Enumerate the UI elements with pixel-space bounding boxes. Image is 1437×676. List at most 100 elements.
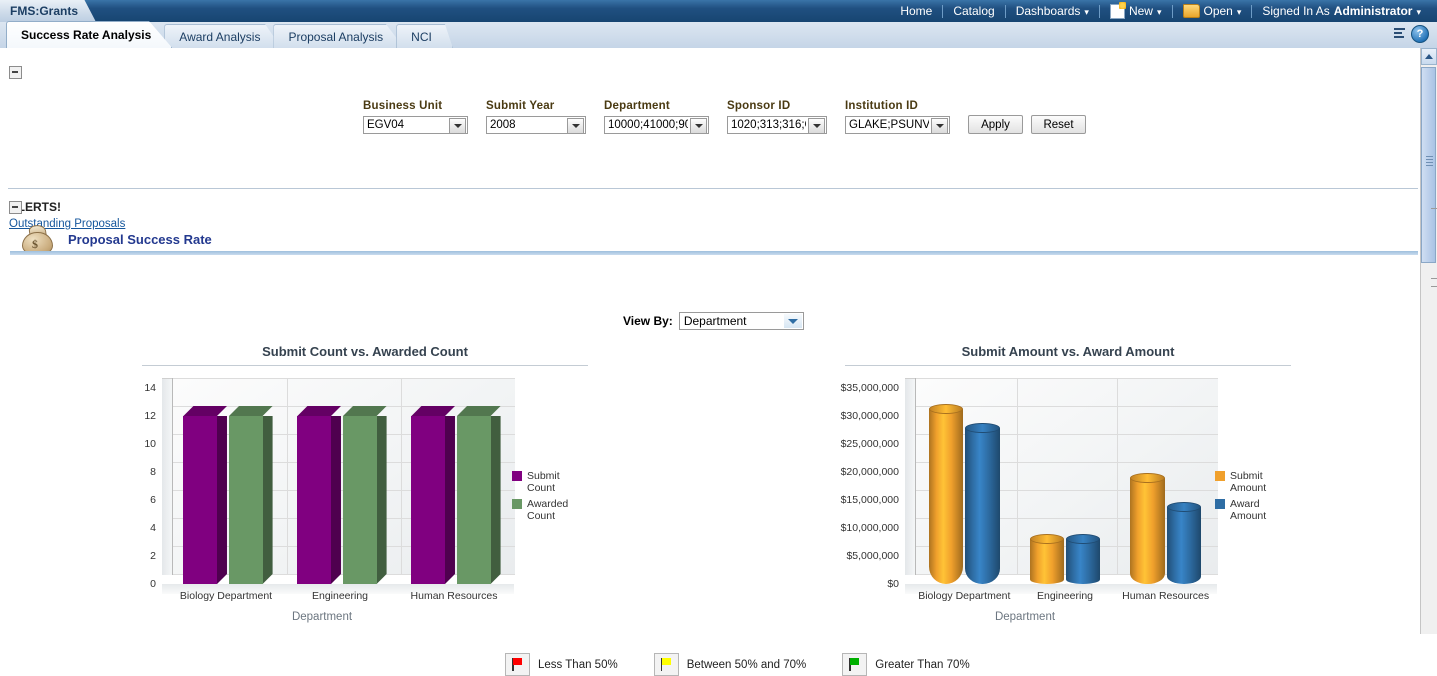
report-header: $ Proposal Success Rate: [20, 223, 212, 255]
y-axis-tick-label: 14: [144, 382, 156, 394]
dropdown-arrow-icon[interactable]: [449, 118, 466, 134]
nav-catalog-label: Catalog: [953, 4, 995, 18]
chevron-down-icon: ▾: [1084, 6, 1089, 17]
yellow-flag-icon: [653, 653, 679, 676]
tab-label: Success Rate Analysis: [21, 28, 152, 42]
chart-submit-vs-award-amount: Submit Amount vs. Award Amount $0 $5,000,…: [833, 340, 1303, 625]
nav-dashboards[interactable]: Dashboards ▾: [1006, 4, 1099, 18]
dropdown-arrow-icon[interactable]: [567, 118, 584, 134]
chart-legend-item[interactable]: Submit Amount: [1215, 470, 1285, 494]
y-axis-tick-label: 4: [150, 522, 156, 534]
reset-button[interactable]: Reset: [1031, 115, 1086, 134]
tab-award-analysis[interactable]: Award Analysis: [164, 24, 282, 48]
section-2-collapse-toggle[interactable]: [9, 201, 22, 217]
chart-bar[interactable]: [183, 406, 227, 584]
prompt-institution-id: Institution ID GLAKE;PSUNV;PS: [845, 100, 950, 134]
dropdown-arrow-icon[interactable]: [931, 118, 948, 134]
tab-nci[interactable]: NCI: [396, 24, 453, 48]
prompt-label: Business Unit: [363, 100, 443, 112]
view-by-select[interactable]: Department: [678, 312, 804, 330]
chart-bar[interactable]: [297, 406, 341, 584]
prompt-label: Institution ID: [845, 100, 919, 112]
alerts-heading: ALERTS!: [9, 200, 61, 214]
chart-bar[interactable]: [1029, 533, 1064, 584]
section-1-collapse-toggle[interactable]: [9, 66, 22, 82]
flag-legend-item-mid: Between 50% and 70%: [653, 653, 806, 676]
prompt-bar: Business Unit EGV04 Submit Year 2008 Dep…: [363, 100, 1086, 134]
x-axis-tick-label: Biology Department: [179, 590, 273, 602]
nav-open[interactable]: Open ▾: [1173, 4, 1252, 18]
page-toolbar: ?: [1391, 25, 1429, 43]
y-axis-tick-label: $25,000,000: [840, 438, 899, 450]
vertical-scrollbar[interactable]: [1420, 48, 1437, 634]
x-axis-tick-label: Biology Department: [918, 590, 1011, 602]
scrollbar-thumb[interactable]: [1421, 67, 1436, 263]
department-select[interactable]: 10000;41000;902: [604, 116, 709, 134]
legend-swatch: [1215, 471, 1225, 481]
chart-legend-item[interactable]: Awarded Count: [512, 498, 582, 522]
report-title: Proposal Success Rate: [68, 231, 212, 247]
y-axis-tick-label: $5,000,000: [846, 550, 899, 562]
chart-plot-area: 0 2 4 6 8 10 12 14 Biology Department Engineerin…: [130, 366, 600, 623]
dropdown-arrow-icon[interactable]: [808, 118, 825, 134]
page-options-icon[interactable]: [1391, 27, 1406, 41]
section-divider: [8, 188, 1418, 189]
x-axis-tick-label: Human Resources: [410, 590, 498, 602]
y-axis-tick-label: $0: [887, 578, 899, 590]
chart-title: Submit Count vs. Awarded Count: [262, 344, 468, 359]
chart-bar[interactable]: [965, 422, 1000, 584]
chevron-down-icon[interactable]: [783, 314, 802, 328]
help-icon[interactable]: ?: [1411, 25, 1429, 43]
x-axis-tick-label: Engineering: [1036, 590, 1094, 602]
nav-home-label: Home: [900, 4, 933, 18]
apply-button[interactable]: Apply: [968, 115, 1023, 134]
nav-new[interactable]: New ▾: [1100, 1, 1172, 19]
scroll-up-arrow-icon[interactable]: [1421, 48, 1437, 65]
chart-3d-left-wall: [905, 378, 915, 575]
chart-bar[interactable]: [929, 404, 964, 584]
chevron-down-icon: ▾: [1236, 6, 1242, 17]
chart-bar[interactable]: [1066, 533, 1101, 584]
red-flag-icon: [505, 653, 530, 676]
nav-catalog[interactable]: Catalog: [943, 4, 1004, 18]
folder-icon: [1182, 4, 1200, 18]
prompt-submit-year: Submit Year 2008: [486, 100, 586, 134]
tab-proposal-analysis[interactable]: Proposal Analysis: [273, 24, 405, 48]
submit-year-select[interactable]: 2008: [486, 116, 586, 134]
tab-success-rate-analysis[interactable]: Success Rate Analysis: [6, 21, 173, 48]
x-axis-title: Department: [994, 611, 1056, 623]
legend-label: Awarded Count: [527, 498, 569, 522]
chart-legend-item[interactable]: Submit Count: [512, 470, 582, 494]
selected-value: 10000;41000;902: [608, 119, 688, 131]
chart-bar[interactable]: [229, 406, 273, 584]
prompt-label: Sponsor ID: [727, 100, 791, 112]
new-page-icon: [1109, 1, 1126, 19]
signed-in-as[interactable]: Signed In As Administrator ▾: [1252, 4, 1431, 18]
legend-label: Submit Amount: [1230, 470, 1267, 494]
legend-swatch: [1215, 499, 1225, 509]
chart-legend-item[interactable]: Award Amount: [1215, 498, 1285, 522]
y-axis-tick-label: $30,000,000: [840, 410, 899, 422]
chart-bar[interactable]: [1130, 473, 1165, 584]
selected-value: EGV04: [367, 119, 405, 131]
chart-bar[interactable]: [411, 406, 455, 584]
chart-bar[interactable]: [343, 406, 387, 584]
collapse-minus-icon: [9, 66, 22, 79]
selected-value: Department: [683, 314, 747, 328]
dropdown-arrow-icon[interactable]: [690, 118, 707, 134]
prompt-sponsor-id: Sponsor ID 1020;313;316;CO: [727, 100, 827, 134]
y-axis-tick-labels: 0 2 4 6 8 10 12 14: [130, 366, 156, 606]
institution-id-select[interactable]: GLAKE;PSUNV;PS: [845, 116, 950, 134]
chart-bar[interactable]: [457, 406, 501, 584]
x-axis-tick-labels: Biology Department Engineering Human Resou…: [833, 590, 1303, 606]
nav-home[interactable]: Home: [890, 4, 942, 18]
x-axis-tick-label: Human Resources: [1122, 590, 1210, 602]
chart-submit-vs-awarded-count: Submit Count vs. Awarded Count 0 2 4 6 8 10 12…: [130, 340, 600, 625]
chart-title: Submit Amount vs. Award Amount: [961, 344, 1175, 359]
user-name: Administrator: [1333, 4, 1413, 18]
chart-bar[interactable]: [1166, 502, 1201, 584]
business-unit-select[interactable]: EGV04: [363, 116, 468, 134]
prompt-business-unit: Business Unit EGV04: [363, 100, 468, 134]
sponsor-id-select[interactable]: 1020;313;316;CO: [727, 116, 827, 134]
y-axis-tick-label: 12: [144, 410, 156, 422]
